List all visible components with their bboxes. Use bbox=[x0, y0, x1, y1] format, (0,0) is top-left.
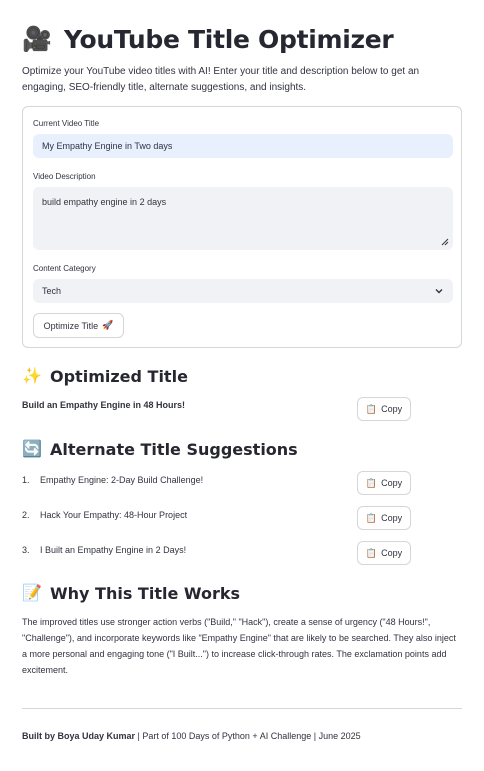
copy-label: Copy bbox=[381, 478, 403, 488]
optimizer-form: Current Video Title My Empathy Engine in… bbox=[22, 106, 462, 348]
copy-alternate-2-button[interactable]: 📋 Copy bbox=[357, 506, 411, 530]
list-item: 3. I Built an Empathy Engine in 2 Days! bbox=[22, 545, 186, 555]
copy-optimized-button[interactable]: 📋 Copy bbox=[357, 397, 411, 421]
sparkles-icon: ✨ bbox=[22, 368, 42, 385]
category-value: Tech bbox=[42, 286, 62, 296]
copy-label: Copy bbox=[381, 404, 403, 414]
alternate-title-text: Empathy Engine: 2-Day Build Challenge! bbox=[40, 475, 204, 485]
why-explanation: The improved titles use stronger action … bbox=[22, 617, 456, 675]
why-heading: 📝 Why This Title Works bbox=[22, 582, 240, 604]
list-item: 1. Empathy Engine: 2-Day Build Challenge… bbox=[22, 475, 203, 485]
category-label: Content Category bbox=[33, 264, 96, 273]
title-input[interactable]: My Empathy Engine in Two days bbox=[33, 134, 453, 158]
footer-divider bbox=[22, 708, 462, 709]
list-number: 2. bbox=[22, 510, 30, 520]
optimized-heading-text: Optimized Title bbox=[50, 366, 188, 386]
copy-alternate-1-button[interactable]: 📋 Copy bbox=[357, 471, 411, 495]
list-item: 2. Hack Your Empathy: 48-Hour Project bbox=[22, 510, 187, 520]
optimized-title-text: Build an Empathy Engine in 48 Hours! bbox=[22, 400, 186, 410]
list-number: 1. bbox=[22, 475, 30, 485]
copy-label: Copy bbox=[381, 548, 403, 558]
alternates-heading-text: Alternate Title Suggestions bbox=[50, 439, 298, 459]
rocket-icon: 🚀 bbox=[102, 320, 114, 330]
film-camera-icon: 🎥 bbox=[22, 25, 52, 53]
page-title-text: YouTube Title Optimizer bbox=[64, 24, 394, 54]
footer-info: | Part of 100 Days of Python + AI Challe… bbox=[135, 731, 361, 741]
description-value: build empathy engine in 2 days bbox=[42, 197, 167, 207]
title-label: Current Video Title bbox=[33, 119, 100, 128]
chevron-down-icon bbox=[435, 289, 443, 294]
intro-text: Optimize your YouTube video titles with … bbox=[22, 66, 420, 93]
alternate-title-text: Hack Your Empathy: 48-Hour Project bbox=[40, 510, 188, 520]
alternates-heading: 🔄 Alternate Title Suggestions bbox=[22, 438, 298, 460]
clipboard-icon: 📋 bbox=[365, 547, 378, 558]
optimize-title-label: Optimize Title bbox=[43, 320, 99, 331]
page-title: 🎥 YouTube Title Optimizer bbox=[22, 20, 394, 58]
copy-alternate-3-button[interactable]: 📋 Copy bbox=[357, 541, 411, 565]
footer-author: Built by Boya Uday Kumar bbox=[22, 731, 136, 741]
category-select[interactable]: Tech bbox=[33, 279, 453, 303]
description-label: Video Description bbox=[33, 172, 96, 181]
list-number: 3. bbox=[22, 545, 30, 555]
why-heading-text: Why This Title Works bbox=[50, 583, 240, 603]
description-textarea[interactable]: build empathy engine in 2 days bbox=[33, 187, 453, 250]
refresh-icon: 🔄 bbox=[22, 441, 42, 458]
clipboard-icon: 📋 bbox=[365, 403, 378, 414]
resize-handle-icon[interactable] bbox=[441, 238, 449, 246]
alternate-title-text: I Built an Empathy Engine in 2 Days! bbox=[40, 545, 187, 555]
footer: Built by Boya Uday Kumar | Part of 100 D… bbox=[22, 731, 361, 741]
memo-icon: 📝 bbox=[22, 585, 42, 602]
optimized-heading: ✨ Optimized Title bbox=[22, 365, 188, 387]
clipboard-icon: 📋 bbox=[365, 477, 378, 488]
copy-label: Copy bbox=[381, 513, 403, 523]
clipboard-icon: 📋 bbox=[365, 512, 378, 523]
title-input-value: My Empathy Engine in Two days bbox=[42, 141, 173, 151]
optimize-title-button[interactable]: Optimize Title 🚀 bbox=[33, 313, 124, 338]
